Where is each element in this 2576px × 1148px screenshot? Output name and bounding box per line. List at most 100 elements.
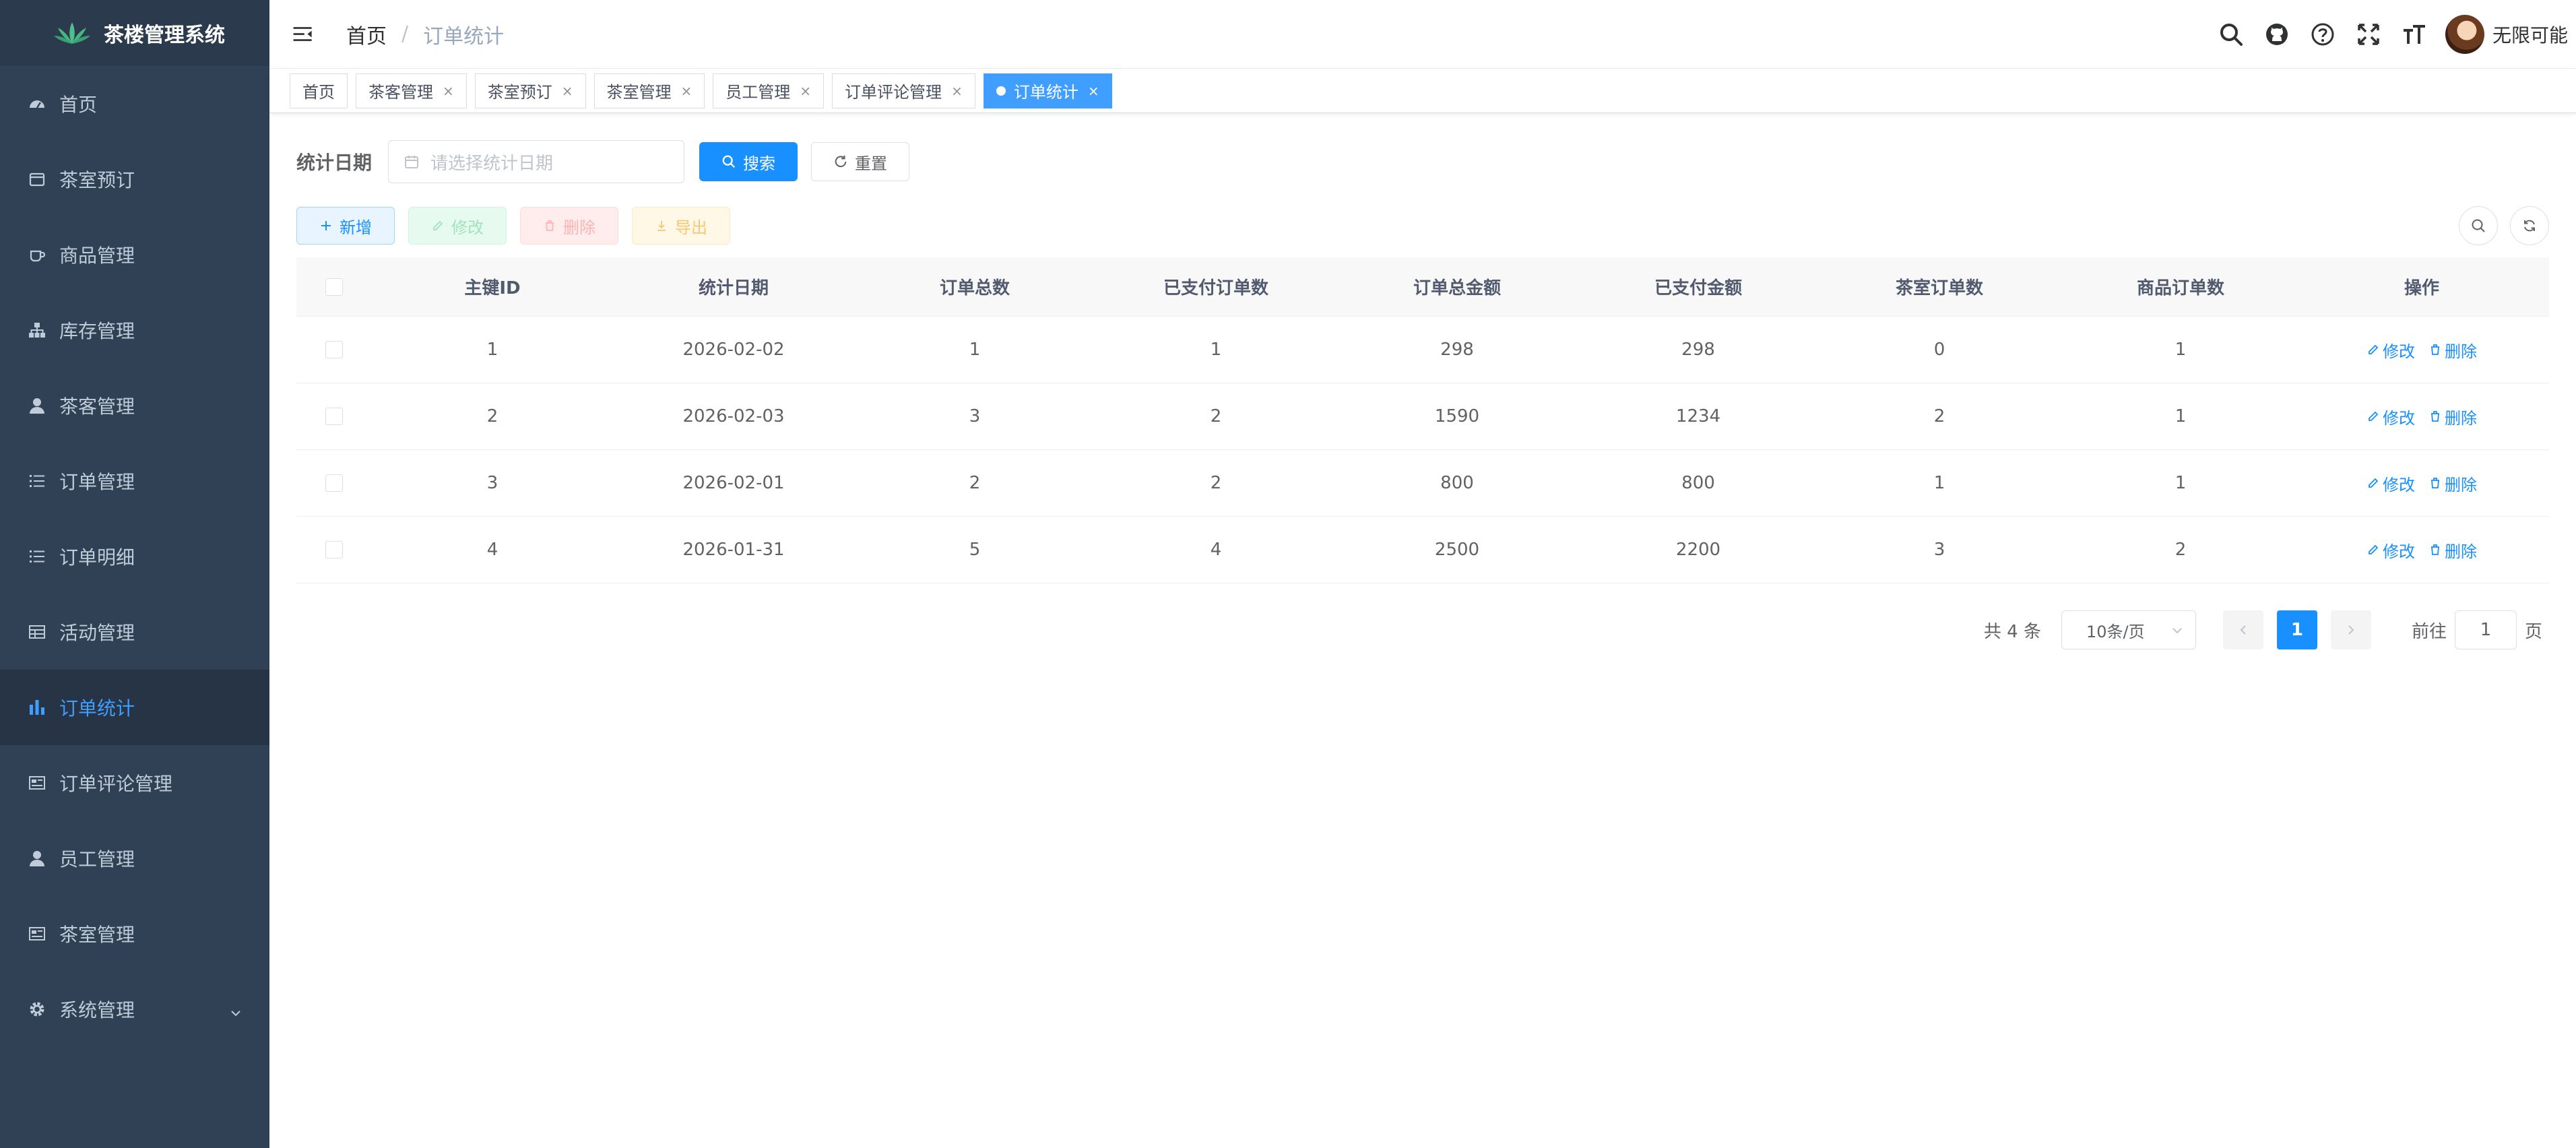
table-cell: 800 <box>1440 473 1474 493</box>
row-checkbox[interactable] <box>325 341 343 358</box>
tag-4[interactable]: 员工管理 × <box>713 73 825 108</box>
hamburger-menu-icon[interactable] <box>291 21 318 48</box>
row-delete-button[interactable]: 删除 <box>2428 472 2477 495</box>
row-edit-button[interactable]: 修改 <box>2366 472 2415 495</box>
table-row[interactable]: 3 2026-02-01 2 2 800 800 1 1 修改 删除 <box>296 450 2549 517</box>
table-row[interactable]: 4 2026-01-31 5 4 2500 2200 3 2 修改 删除 <box>296 517 2549 583</box>
row-checkbox[interactable] <box>325 474 343 492</box>
row-delete-button[interactable]: 删除 <box>2428 405 2477 428</box>
reset-button[interactable]: 重置 <box>811 142 910 181</box>
page-number-current[interactable]: 1 <box>2276 610 2317 649</box>
sidebar-item-11[interactable]: 茶室管理 <box>0 896 269 971</box>
table-row[interactable]: 2 2026-02-03 3 2 1590 1234 2 1 修改 删除 <box>296 383 2549 450</box>
app-logo[interactable]: 茶楼管理系统 <box>0 0 269 66</box>
cup-icon <box>27 245 47 265</box>
tree-icon <box>27 320 47 340</box>
navbar: 首页 / 订单统计 无限可能 <box>269 0 2576 69</box>
tag-label: 茶室管理 <box>606 83 672 102</box>
goto-page-input[interactable]: 1 <box>2454 610 2517 649</box>
table-cell: 2026-02-01 <box>682 473 785 493</box>
tag-3[interactable]: 茶室管理 × <box>593 73 705 108</box>
toggle-search-button[interactable] <box>2459 206 2498 245</box>
list-icon <box>27 471 47 491</box>
breadcrumb-home[interactable]: 首页 <box>346 20 387 49</box>
sidebar-item-12[interactable]: 系统管理 <box>0 971 269 1047</box>
row-delete-button[interactable]: 删除 <box>2428 538 2477 562</box>
table-cell: 5 <box>969 540 981 560</box>
username[interactable]: 无限可能 <box>2492 21 2568 48</box>
close-icon[interactable]: × <box>951 83 963 99</box>
close-icon[interactable]: × <box>800 83 811 99</box>
tag-label: 订单统计 <box>1013 83 1078 102</box>
row-edit-button[interactable]: 修改 <box>2366 405 2415 428</box>
add-button[interactable]: 新增 <box>296 207 395 245</box>
help-icon[interactable] <box>2308 20 2338 49</box>
search-form: 统计日期 请选择统计日期 搜索 重置 <box>296 140 910 183</box>
select-all-checkbox[interactable] <box>325 278 343 296</box>
sidebar-item-label: 订单管理 <box>59 471 135 493</box>
sidebar-item-10[interactable]: 员工管理 <box>0 821 269 896</box>
table-cell: 2026-02-02 <box>682 340 785 360</box>
search-icon[interactable] <box>2216 20 2246 49</box>
github-icon[interactable] <box>2262 20 2292 49</box>
trash-icon <box>2431 411 2439 422</box>
card-icon <box>27 924 47 944</box>
sidebar-item-2[interactable]: 商品管理 <box>0 217 269 292</box>
row-actions: 修改 删除 <box>2301 405 2542 428</box>
stat-date-picker[interactable]: 请选择统计日期 <box>388 140 685 183</box>
sidebar-item-label: 订单明细 <box>59 546 135 569</box>
close-icon[interactable]: × <box>681 83 693 99</box>
tag-6[interactable]: 订单统计 × <box>983 73 1112 108</box>
sidebar-item-9[interactable]: 订单评论管理 <box>0 745 269 821</box>
table-cell: 3 <box>969 406 981 426</box>
page-size-select[interactable]: 10条/页 <box>2061 610 2196 649</box>
sidebar-item-3[interactable]: 库存管理 <box>0 292 269 368</box>
sidebar-item-6[interactable]: 订单明细 <box>0 519 269 594</box>
sidebar-item-5[interactable]: 订单管理 <box>0 443 269 519</box>
row-checkbox[interactable] <box>325 408 343 425</box>
table-cell: 3 <box>486 473 498 493</box>
close-icon[interactable]: × <box>562 83 573 99</box>
row-edit-button[interactable]: 修改 <box>2366 338 2415 362</box>
table-row[interactable]: 1 2026-02-02 1 1 298 298 0 1 修改 删除 <box>296 317 2549 383</box>
table-cell: 2 <box>1933 406 1945 426</box>
delete-button[interactable]: 删除 <box>520 207 618 245</box>
row-actions: 修改 删除 <box>2301 538 2542 562</box>
sidebar-item-4[interactable]: 茶客管理 <box>0 368 269 443</box>
table-cell: 3 <box>1933 540 1945 560</box>
trash-icon <box>2431 344 2439 355</box>
column-header: 已支付金额 <box>1654 278 1742 298</box>
row-checkbox[interactable] <box>325 541 343 559</box>
tag-1[interactable]: 茶客管理 × <box>356 73 467 108</box>
table-cell: 1 <box>1210 340 1222 360</box>
row-delete-label: 删除 <box>2445 408 2477 428</box>
table-cell: 298 <box>1681 340 1715 360</box>
sidebar-item-1[interactable]: 茶室预订 <box>0 141 269 217</box>
stat-date-placeholder: 请选择统计日期 <box>430 153 554 174</box>
row-select-cell <box>296 408 372 425</box>
sidebar-item-8[interactable]: 订单统计 <box>0 670 269 745</box>
tag-5[interactable]: 订单评论管理 × <box>832 73 975 108</box>
tag-0[interactable]: 首页 <box>290 73 348 108</box>
avatar[interactable] <box>2445 15 2484 54</box>
edit-button[interactable]: 修改 <box>408 207 507 245</box>
plus-icon <box>321 221 331 230</box>
sidebar-item-0[interactable]: 首页 <box>0 66 269 141</box>
close-icon[interactable]: × <box>443 83 454 99</box>
search-button[interactable]: 搜索 <box>699 142 798 181</box>
sidebar-item-7[interactable]: 活动管理 <box>0 594 269 670</box>
fullscreen-icon[interactable] <box>2354 20 2383 49</box>
sidebar-item-label: 订单统计 <box>59 697 135 720</box>
table-cell: 2026-02-03 <box>682 406 785 426</box>
prev-page-button[interactable] <box>2222 610 2263 649</box>
table-cell: 2 <box>486 406 498 426</box>
next-page-button[interactable] <box>2330 610 2371 649</box>
edit-icon <box>2369 411 2379 421</box>
font-size-icon[interactable] <box>2400 20 2429 49</box>
refresh-button[interactable] <box>2510 206 2549 245</box>
tag-2[interactable]: 茶室预订 × <box>474 73 586 108</box>
export-button[interactable]: 导出 <box>632 207 730 245</box>
row-delete-button[interactable]: 删除 <box>2428 338 2477 362</box>
close-icon[interactable]: × <box>1088 83 1099 99</box>
row-edit-button[interactable]: 修改 <box>2366 538 2415 562</box>
